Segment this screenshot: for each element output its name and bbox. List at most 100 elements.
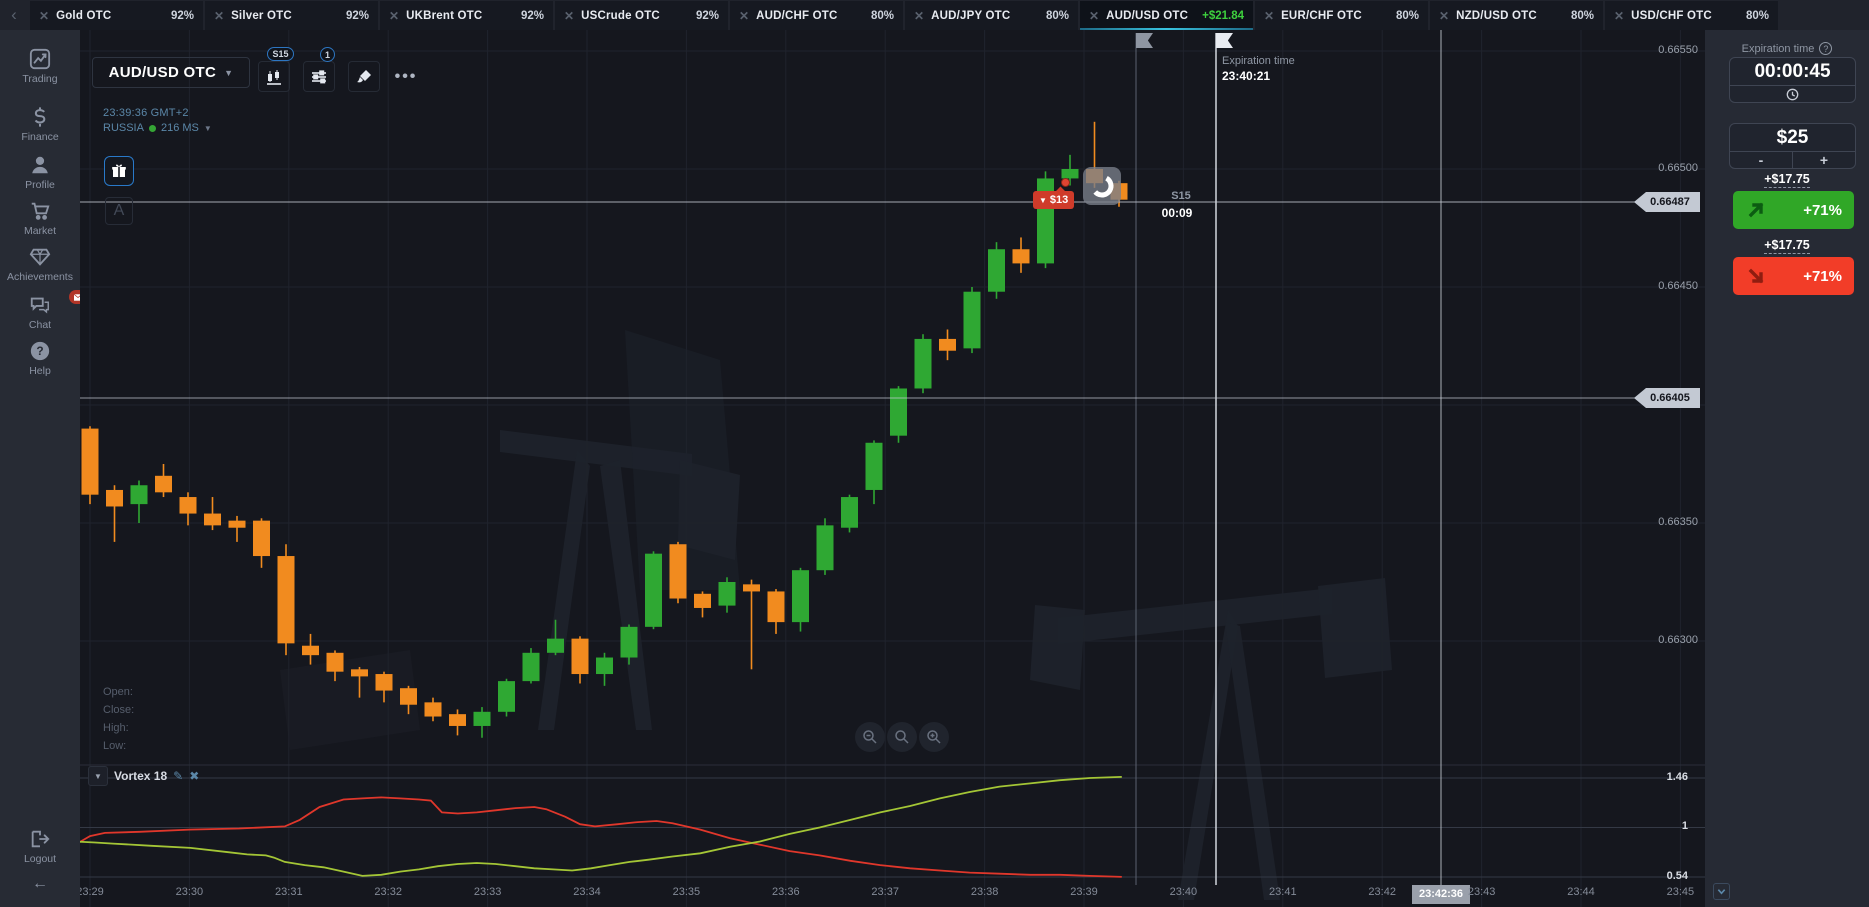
ohlc-legend: Open: Close: High: Low:: [103, 683, 134, 755]
amount-increase-button[interactable]: +: [1792, 152, 1855, 168]
asset-tab-aud-jpy-otc[interactable]: ✕AUD/JPY OTC80%: [905, 1, 1078, 30]
brush-icon: [356, 68, 373, 85]
close-tab-icon[interactable]: ✕: [39, 9, 49, 23]
zoom-in-button[interactable]: [919, 722, 949, 752]
indicator-remove-icon[interactable]: ✖: [189, 769, 199, 783]
close-tab-icon[interactable]: ✕: [389, 9, 399, 23]
panel-collapse-button[interactable]: [1713, 883, 1730, 900]
buy-up-button[interactable]: +71%: [1733, 191, 1854, 229]
candle-up: [817, 525, 834, 570]
candle-down: [278, 556, 295, 643]
asset-tab-nzd-usd-otc[interactable]: ✕NZD/USD OTC80%: [1430, 1, 1603, 30]
sidebar-item-help[interactable]: ?Help: [0, 340, 80, 377]
indicator-collapse-button[interactable]: ▼: [88, 766, 108, 786]
close-tab-icon[interactable]: ✕: [1614, 9, 1624, 23]
sidebar-item-logout[interactable]: Logout: [0, 828, 80, 865]
close-tab-icon[interactable]: ✕: [214, 9, 224, 23]
help-question-icon[interactable]: ?: [1819, 42, 1832, 55]
bonus-gift-button[interactable]: [104, 156, 134, 186]
sidebar-item-achievements[interactable]: Achievements: [0, 246, 80, 283]
close-tab-icon[interactable]: ✕: [1264, 9, 1274, 23]
svg-text:?: ?: [36, 344, 43, 358]
expiration-time-control: 00:00:45: [1729, 57, 1856, 103]
oil-pump-watermark: [280, 650, 420, 750]
asset-tab-uscrude-otc[interactable]: ✕USCrude OTC92%: [555, 1, 728, 30]
watermark-a-button[interactable]: A: [105, 197, 133, 225]
candle-up: [474, 712, 491, 726]
candle-up: [523, 653, 540, 681]
close-tab-icon[interactable]: ✕: [914, 9, 924, 23]
server-name: RUSSIA: [103, 122, 144, 134]
potential-profit-up-value[interactable]: +$17.75: [1764, 172, 1810, 188]
buy-down-button[interactable]: +71%: [1733, 257, 1854, 295]
close-tab-icon[interactable]: ✕: [739, 9, 749, 23]
sidebar-item-profile[interactable]: Profile: [0, 154, 80, 191]
time-axis-label: 23:35: [656, 886, 716, 898]
sidebar-item-label: Chat: [0, 319, 80, 331]
oil-pump-watermark: [678, 460, 740, 560]
zoom-out-button[interactable]: [855, 722, 885, 752]
oil-pump-watermark: [1178, 610, 1238, 900]
trade-amount-value[interactable]: $25: [1730, 124, 1855, 151]
indicator-axis-label: 1.46: [1648, 771, 1688, 783]
sidebar-item-label: Finance: [0, 131, 80, 143]
tabs-scroll-left-icon[interactable]: ‹: [4, 0, 24, 30]
asset-tab-gold-otc[interactable]: ✕Gold OTC92%: [30, 1, 203, 30]
candle-down: [743, 584, 760, 591]
symbol-selector-button[interactable]: AUD/USD OTC ▼: [92, 57, 250, 88]
open-trade-badge[interactable]: ▼ $13: [1033, 191, 1074, 209]
trading-app: ‹ ✕Gold OTC92%✕Silver OTC92%✕UKBrent OTC…: [0, 0, 1869, 907]
expiration-clock-button[interactable]: [1730, 86, 1855, 102]
close-tab-icon[interactable]: ✕: [1439, 9, 1449, 23]
sidebar-item-finance[interactable]: Finance: [0, 106, 80, 143]
more-tools-button[interactable]: •••: [390, 61, 422, 92]
time-axis-label: 23:34: [557, 886, 617, 898]
close-tab-icon[interactable]: ✕: [564, 9, 574, 23]
potential-profit-up: +$17.75: [1705, 172, 1869, 186]
candle-up: [645, 554, 662, 627]
tab-payout-percent: 92%: [171, 10, 194, 22]
trade-entry-dot: [1061, 178, 1070, 187]
drawing-tools-button[interactable]: [348, 61, 380, 92]
asset-tab-ukbrent-otc[interactable]: ✕UKBrent OTC92%: [380, 1, 553, 30]
candle-up: [890, 388, 907, 435]
potential-profit-down-value[interactable]: +$17.75: [1764, 238, 1810, 254]
sidebar-item-chat[interactable]: 8Chat: [0, 294, 80, 331]
asset-tab-aud-usd-otc[interactable]: ✕AUD/USD OTC+$21.84: [1080, 1, 1253, 30]
expiration-time-value[interactable]: 00:00:45: [1730, 58, 1855, 85]
asset-tab-aud-chf-otc[interactable]: ✕AUD/CHF OTC80%: [730, 1, 903, 30]
candle-up: [621, 627, 638, 658]
clock-icon: [1786, 88, 1799, 101]
tab-profit-value: +$21.84: [1202, 10, 1244, 22]
time-axis-label: 23:31: [259, 886, 319, 898]
indicators-button[interactable]: [303, 61, 335, 92]
chart-area[interactable]: AUD/USD OTC ▼ S15 1 •••: [80, 30, 1705, 907]
time-axis-label: 23:29: [80, 886, 120, 898]
candlestick-chart-canvas[interactable]: [80, 30, 1705, 907]
candle-down: [351, 669, 368, 676]
candle-up: [719, 582, 736, 606]
server-selector[interactable]: RUSSIA 216 MS ▼: [103, 122, 212, 134]
asset-tab-silver-otc[interactable]: ✕Silver OTC92%: [205, 1, 378, 30]
asset-tab-usd-chf-otc[interactable]: ✕USD/CHF OTC80%: [1605, 1, 1778, 30]
ohlc-high-label: High:: [103, 719, 134, 737]
close-tab-icon[interactable]: ✕: [1089, 9, 1099, 23]
magnifier-minus-icon: [862, 729, 878, 745]
zoom-reset-button[interactable]: [887, 722, 917, 752]
tab-label: UKBrent OTC: [406, 10, 482, 22]
amount-decrease-button[interactable]: -: [1730, 152, 1792, 168]
time-axis-label: 23:42: [1352, 886, 1412, 898]
sidebar-item-market[interactable]: Market: [0, 200, 80, 237]
magnifier-plus-icon: [926, 729, 942, 745]
finance-icon: [29, 106, 51, 128]
profile-icon: [29, 154, 51, 176]
indicator-edit-icon[interactable]: ✎: [173, 769, 183, 783]
sidebar-item-trading[interactable]: Trading: [0, 48, 80, 85]
server-clock: 23:39:36 GMT+2: [103, 107, 189, 119]
sidebar-collapse-arrow-icon[interactable]: ←: [0, 875, 80, 893]
sliders-icon: [310, 68, 328, 86]
asset-tab-eur-chf-otc[interactable]: ✕EUR/CHF OTC80%: [1255, 1, 1428, 30]
candle-down: [425, 702, 442, 716]
candle-down: [376, 674, 393, 691]
chart-type-button[interactable]: [258, 61, 290, 92]
